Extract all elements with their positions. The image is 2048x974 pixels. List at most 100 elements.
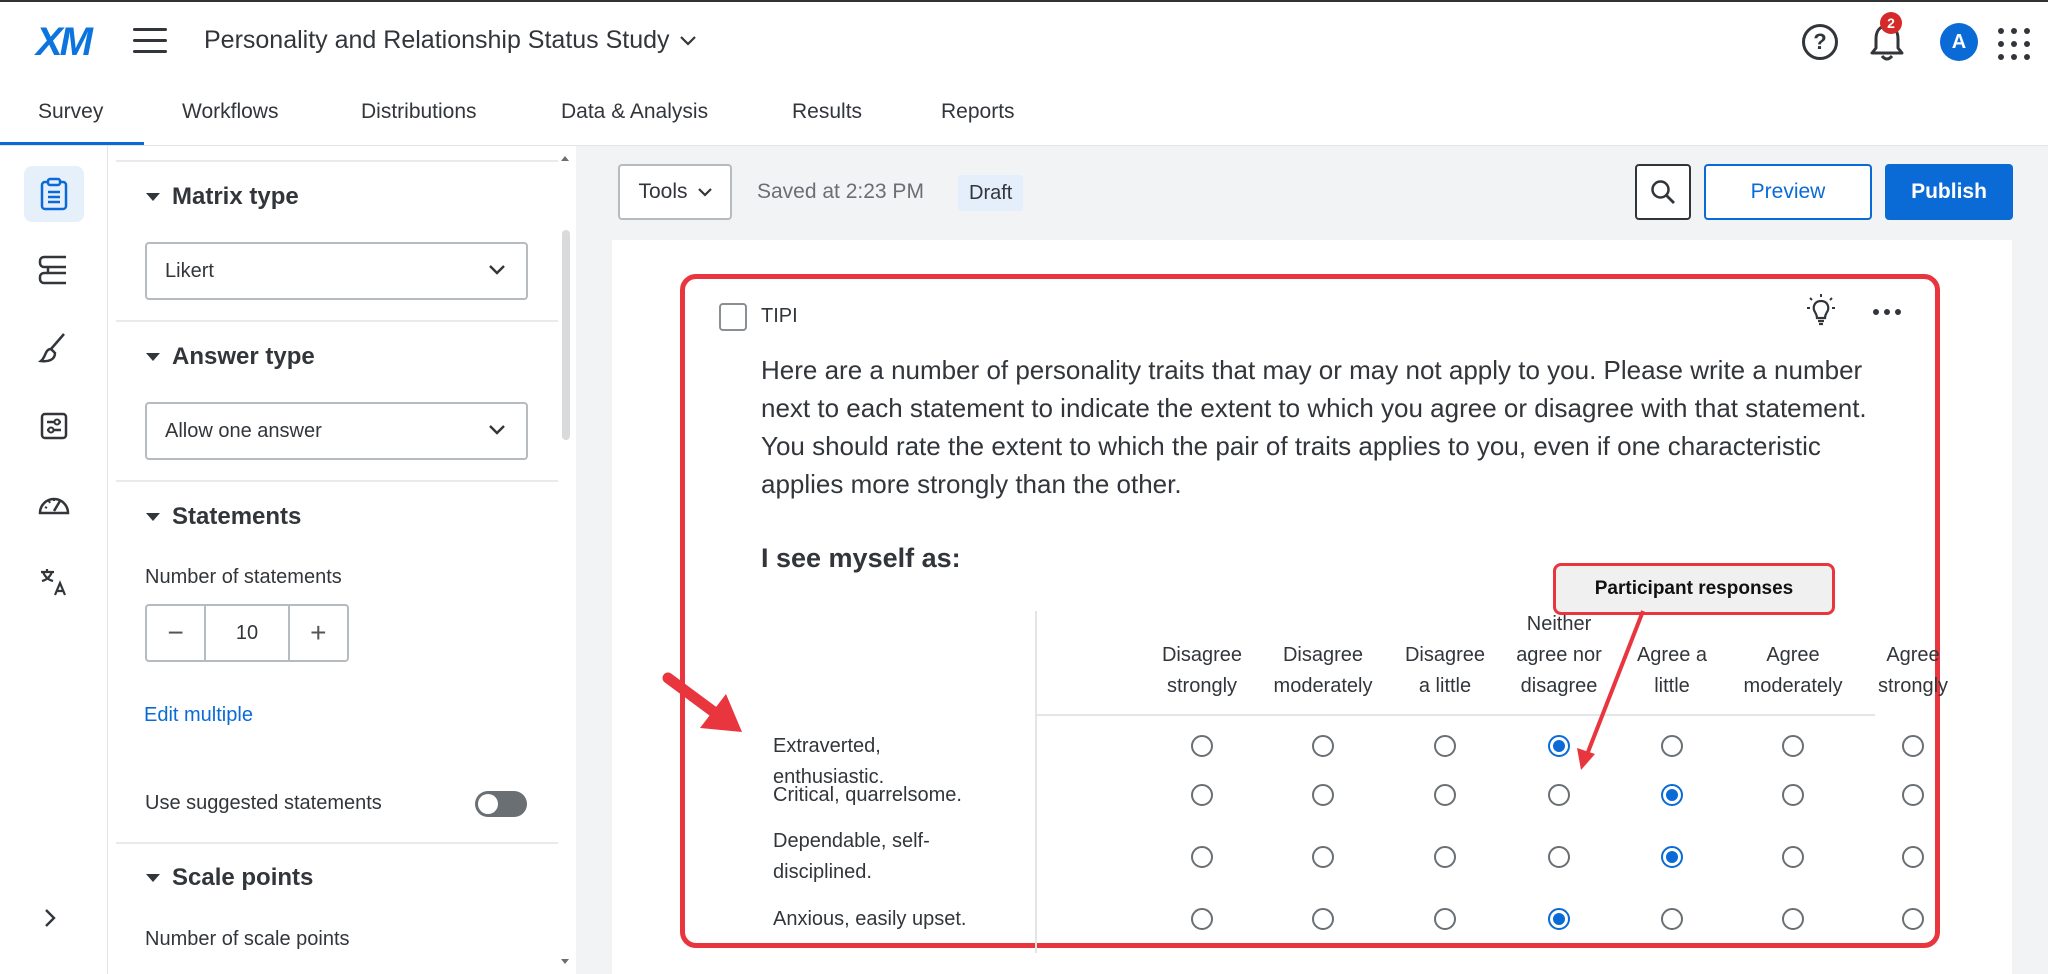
matrix-row-label: Critical, quarrelsome.	[773, 784, 962, 806]
survey-options-icon[interactable]	[24, 398, 84, 454]
top-bar: XM Personality and Relationship Status S…	[0, 0, 2048, 80]
matrix-radio[interactable]	[1548, 846, 1570, 868]
xm-logo[interactable]: XM	[36, 20, 93, 65]
matrix-radio[interactable]	[1902, 735, 1924, 757]
matrix-radio[interactable]	[1434, 846, 1456, 868]
matrix-radio[interactable]	[1312, 784, 1334, 806]
question-text[interactable]: Here are a number of personality traits …	[761, 351, 1881, 503]
matrix-type-select[interactable]: Likert	[145, 242, 528, 300]
column-header-line: agree nor	[1516, 644, 1602, 666]
matrix-row-label: Anxious, easily upset.	[773, 908, 967, 930]
save-status: Saved at 2:23 PM	[757, 180, 924, 203]
divider	[116, 842, 558, 844]
tab-data-analysis[interactable]: Data & Analysis	[561, 100, 708, 124]
tab-workflows[interactable]: Workflows	[182, 100, 278, 124]
search-icon	[1651, 180, 1675, 204]
search-button[interactable]	[1635, 164, 1691, 220]
matrix-radio[interactable]	[1548, 735, 1570, 757]
column-header-line: little	[1654, 675, 1690, 697]
matrix-radio[interactable]	[1312, 846, 1334, 868]
matrix-radio[interactable]	[1661, 784, 1683, 806]
translate-icon[interactable]	[24, 554, 84, 610]
matrix-radio[interactable]	[1434, 735, 1456, 757]
look-and-feel-icon[interactable]	[24, 320, 84, 376]
answer-type-section-toggle[interactable]: Answer type	[146, 343, 315, 371]
matrix-radio[interactable]	[1782, 735, 1804, 757]
project-title: Personality and Relationship Status Stud…	[204, 26, 670, 54]
statements-count-input[interactable]: 10	[204, 606, 290, 660]
matrix-column-header: Disagree moderately	[1265, 640, 1381, 702]
participant-responses-callout: Participant responses	[1553, 563, 1835, 615]
tab-reports[interactable]: Reports	[941, 100, 1015, 124]
matrix-radio[interactable]	[1191, 908, 1213, 930]
matrix-column-header: Agree a little	[1614, 640, 1730, 702]
tab-results[interactable]: Results	[792, 100, 862, 124]
editor-scrollbar-thumb[interactable]	[562, 230, 570, 440]
matrix-radio[interactable]	[1902, 908, 1924, 930]
decrement-button[interactable]: −	[147, 606, 204, 660]
avatar[interactable]: A	[1940, 23, 1978, 61]
lightbulb-icon[interactable]	[1805, 293, 1837, 327]
question-select-checkbox[interactable]	[719, 303, 747, 331]
project-title-dropdown[interactable]: Personality and Relationship Status Stud…	[204, 26, 696, 55]
column-header-line: strongly	[1877, 675, 1949, 697]
tools-button[interactable]: Tools	[618, 164, 732, 220]
column-header-line: moderately	[1743, 675, 1843, 697]
column-header-line: Disagree	[1161, 644, 1243, 666]
scale-points-section-toggle[interactable]: Scale points	[146, 864, 313, 892]
question-subheading: I see myself as:	[761, 543, 961, 573]
survey-icon[interactable]	[24, 166, 84, 222]
apps-grid-icon[interactable]	[1998, 28, 2030, 60]
number-of-statements-label: Number of statements	[145, 566, 342, 588]
matrix-radio[interactable]	[1312, 908, 1334, 930]
matrix-radio[interactable]	[1782, 784, 1804, 806]
column-header-line: Disagree	[1404, 644, 1486, 666]
publish-button[interactable]: Publish	[1885, 164, 2013, 220]
blocks-flow-icon[interactable]	[24, 242, 84, 298]
matrix-radio[interactable]	[1661, 735, 1683, 757]
divider	[116, 480, 558, 482]
tab-distributions[interactable]: Distributions	[361, 100, 477, 124]
matrix-type-section-toggle[interactable]: Matrix type	[146, 183, 299, 211]
survey-checker-icon[interactable]	[24, 476, 84, 532]
matrix-type-value: Likert	[165, 260, 214, 282]
chevron-right-icon[interactable]	[44, 908, 56, 928]
column-header-line: Agree	[1766, 644, 1820, 666]
tab-survey[interactable]: Survey	[38, 100, 103, 124]
matrix-radio[interactable]	[1548, 784, 1570, 806]
increment-button[interactable]: +	[290, 606, 347, 660]
matrix-column-header: Agree strongly	[1855, 640, 1971, 702]
chevron-down-icon	[697, 187, 712, 197]
matrix-radio[interactable]	[1312, 735, 1334, 757]
matrix-radio[interactable]	[1661, 908, 1683, 930]
active-tab-indicator	[0, 142, 144, 145]
more-options-icon[interactable]	[1873, 309, 1901, 315]
matrix-radio[interactable]	[1782, 908, 1804, 930]
column-header-line: Agree	[1886, 644, 1940, 666]
matrix-radio[interactable]	[1191, 784, 1213, 806]
preview-button[interactable]: Preview	[1704, 164, 1872, 220]
answer-type-select[interactable]: Allow one answer	[145, 402, 528, 460]
matrix-radio[interactable]	[1548, 908, 1570, 930]
matrix-radio[interactable]	[1782, 846, 1804, 868]
matrix-radio[interactable]	[1191, 846, 1213, 868]
matrix-radio[interactable]	[1191, 735, 1213, 757]
scroll-up-icon[interactable]	[560, 154, 570, 162]
scroll-down-icon[interactable]	[560, 958, 570, 966]
matrix-radio[interactable]	[1434, 784, 1456, 806]
question-card[interactable]: TIPI Here are a number of personality tr…	[680, 274, 1948, 953]
caret-down-icon	[146, 193, 160, 201]
survey-builder-main: Tools Saved at 2:23 PM Draft Preview Pub…	[576, 146, 2048, 974]
matrix-radio[interactable]	[1661, 846, 1683, 868]
statements-section-toggle[interactable]: Statements	[146, 503, 301, 531]
help-icon[interactable]: ?	[1802, 24, 1838, 60]
suggested-statements-toggle[interactable]	[475, 791, 527, 817]
matrix-radio[interactable]	[1902, 784, 1924, 806]
edit-multiple-link[interactable]: Edit multiple	[144, 704, 253, 727]
matrix-radio[interactable]	[1902, 846, 1924, 868]
matrix-column-header: Disagree a little	[1387, 640, 1503, 702]
matrix-type-title: Matrix type	[172, 183, 299, 210]
matrix-radio[interactable]	[1434, 908, 1456, 930]
menu-icon[interactable]	[133, 28, 167, 54]
caret-down-icon	[146, 513, 160, 521]
